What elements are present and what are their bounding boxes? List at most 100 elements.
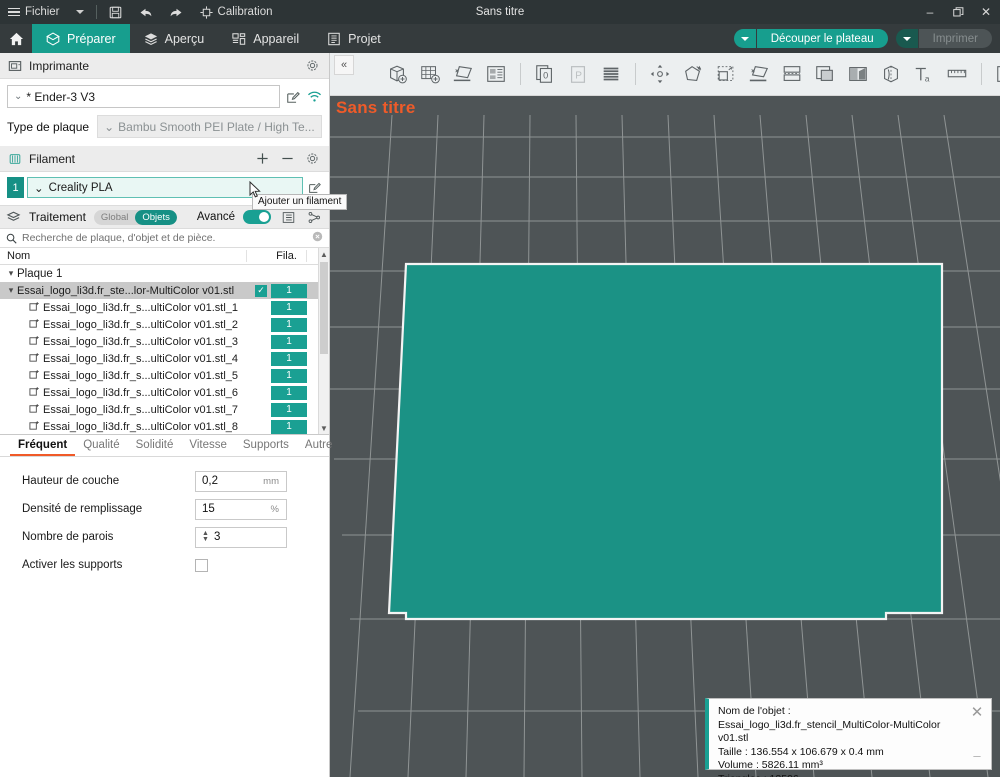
print-options-dropdown[interactable] [895, 29, 918, 48]
printer-gear-icon[interactable] [303, 57, 321, 75]
object-tree-scrollbar[interactable]: ▲ ▼ [318, 248, 329, 434]
plate-type-select[interactable]: ⌄ Bambu Smooth PEI Plate / High Te... [97, 115, 322, 138]
tree-row-child[interactable]: Essai_logo_li3d.fr_s...ultiColor v01.stl… [0, 401, 329, 418]
maximize-restore-button[interactable] [944, 0, 972, 24]
rotate-icon[interactable] [678, 59, 708, 89]
assembly-icon[interactable] [991, 59, 1000, 89]
scroll-up-icon[interactable]: ▲ [319, 248, 329, 260]
parameter-list-icon[interactable] [279, 208, 297, 226]
add-object-icon[interactable] [382, 59, 412, 89]
tree-row-child[interactable]: Essai_logo_li3d.fr_s...ultiColor v01.stl… [0, 333, 329, 350]
close-button[interactable]: ✕ [972, 0, 1000, 24]
redo-button[interactable] [161, 0, 192, 24]
tree-row-parent-object[interactable]: ▾ Essai_logo_li3d.fr_ste...lor-MultiColo… [0, 282, 329, 299]
chevron-down-icon[interactable]: ▾ [5, 268, 17, 279]
parameter-tabs[interactable]: Fréquent Qualité Solidité Vitesse Supports Au… [0, 435, 332, 457]
text-icon[interactable]: a [909, 59, 939, 89]
search-input[interactable] [22, 232, 307, 244]
layout-icon[interactable] [481, 59, 511, 89]
tree-row-child[interactable]: Essai_logo_li3d.fr_s...ultiColor v01.stl… [0, 350, 329, 367]
split-icon[interactable] [777, 59, 807, 89]
child-fila-value[interactable]: 1 [271, 351, 307, 366]
remove-filament-button[interactable] [278, 150, 296, 168]
child-fila-value[interactable]: 1 [271, 419, 307, 434]
tree-row-child[interactable]: Essai_logo_li3d.fr_s...ultiColor v01.stl… [0, 418, 329, 434]
object-checkbox[interactable]: ✓ [255, 284, 267, 297]
chevron-down-icon [75, 10, 84, 14]
printer-select[interactable]: ⌄ * Ender-3 V3 [7, 85, 280, 108]
printer-edit-icon[interactable] [285, 89, 301, 105]
build-plate[interactable] [330, 115, 1000, 777]
cut-icon[interactable] [810, 59, 840, 89]
tree-row-child[interactable]: Essai_logo_li3d.fr_s...ultiColor v01.stl… [0, 367, 329, 384]
scale-icon[interactable] [711, 59, 741, 89]
filament-gear-icon[interactable] [303, 150, 321, 168]
add-filament-button[interactable] [253, 150, 271, 168]
child-fila-value[interactable]: 1 [271, 368, 307, 383]
parameter-stepper[interactable]: ▲ ▼ 3 [195, 526, 287, 548]
param-tab-1[interactable]: Qualité [75, 439, 127, 456]
file-menu-button[interactable]: Fichier [0, 0, 68, 24]
auto-arrange-icon[interactable] [448, 59, 478, 89]
child-fila-value[interactable]: 1 [271, 385, 307, 400]
copy-icon[interactable]: 0 [530, 59, 560, 89]
tree-row-child[interactable]: Essai_logo_li3d.fr_s...ultiColor v01.stl… [0, 299, 329, 316]
tree-row-child[interactable]: Essai_logo_li3d.fr_s...ultiColor v01.stl… [0, 384, 329, 401]
minimize-icon[interactable]: – [969, 749, 985, 763]
child-fila-value[interactable]: 1 [271, 402, 307, 417]
param-tab-0[interactable]: Fréquent [10, 439, 76, 456]
object-tree-rows[interactable]: ▾ Plaque 1 ▾ Essai_logo_li3d.fr_ste...lo… [0, 265, 329, 434]
viewport-3d[interactable]: « 0 P a Sans titre Nom de l'objet: Essa… [330, 53, 1000, 777]
advanced-toggle[interactable] [243, 210, 271, 224]
child-fila-value[interactable]: 1 [271, 317, 307, 332]
tab-preparer[interactable]: Préparer [32, 24, 130, 53]
parameter-checkbox[interactable] [195, 558, 208, 572]
object-fila-value[interactable]: 1 [271, 283, 307, 298]
param-tab-4[interactable]: Supports [235, 439, 297, 456]
param-tab-3[interactable]: Vitesse [181, 439, 235, 456]
redo-icon [170, 8, 182, 16]
clear-circle-icon[interactable] [312, 229, 323, 247]
slice-plate-button[interactable]: Découper le plateau [733, 29, 888, 48]
stepper-arrows-icon[interactable]: ▲ ▼ [202, 530, 209, 543]
lay-flat-icon[interactable] [744, 59, 774, 89]
parameter-input[interactable]: 0,2 mm [195, 470, 287, 492]
seam-paint-icon[interactable] [876, 59, 906, 89]
compare-preset-icon[interactable] [305, 208, 323, 226]
close-icon[interactable]: ✕ [969, 705, 985, 721]
menu-dropdown-button[interactable] [68, 0, 92, 24]
scroll-down-icon[interactable]: ▼ [319, 422, 329, 434]
add-plate-icon[interactable] [415, 59, 445, 89]
object-search-bar[interactable] [0, 229, 329, 248]
child-fila-value[interactable]: 1 [271, 300, 307, 315]
parameter-input[interactable]: 15% [195, 498, 287, 520]
tree-row-plate[interactable]: ▾ Plaque 1 [0, 265, 329, 282]
layers-icon[interactable] [596, 59, 626, 89]
save-button[interactable] [101, 0, 130, 24]
tab-apercu[interactable]: Aperçu [130, 24, 219, 53]
param-tab-2[interactable]: Solidité [128, 439, 182, 456]
scope-segmented-control[interactable]: Global Objets [93, 209, 177, 225]
tree-row-child[interactable]: Essai_logo_li3d.fr_s...ultiColor v01.stl… [0, 316, 329, 333]
home-button[interactable] [0, 24, 32, 53]
param-tab-5[interactable]: Autre [297, 439, 341, 456]
scope-objets-option[interactable]: Objets [135, 209, 177, 225]
scroll-thumb[interactable] [320, 262, 328, 354]
slice-options-dropdown[interactable] [733, 29, 756, 48]
chevron-down-icon[interactable]: ▾ [5, 285, 17, 296]
measure-icon[interactable] [942, 59, 972, 89]
scope-global-option[interactable]: Global [94, 210, 135, 225]
support-paint-icon[interactable] [843, 59, 873, 89]
child-fila-value[interactable]: 1 [271, 334, 307, 349]
paste-icon[interactable]: P [563, 59, 593, 89]
tab-appareil[interactable]: Appareil [218, 24, 313, 53]
print-button[interactable]: Imprimer [895, 29, 992, 48]
calibration-button[interactable]: Calibration [192, 0, 281, 24]
move-icon[interactable] [645, 59, 675, 89]
wifi-icon[interactable] [306, 89, 322, 105]
minimize-button[interactable]: – [916, 0, 944, 24]
tab-projet[interactable]: Projet [313, 24, 395, 53]
undo-button[interactable] [130, 0, 161, 24]
collapse-sidebar-icon[interactable]: « [334, 55, 354, 75]
object-tree[interactable]: Nom Fila. ▾ Plaque 1 ▾ Essai_logo_li3d.f… [0, 248, 329, 435]
